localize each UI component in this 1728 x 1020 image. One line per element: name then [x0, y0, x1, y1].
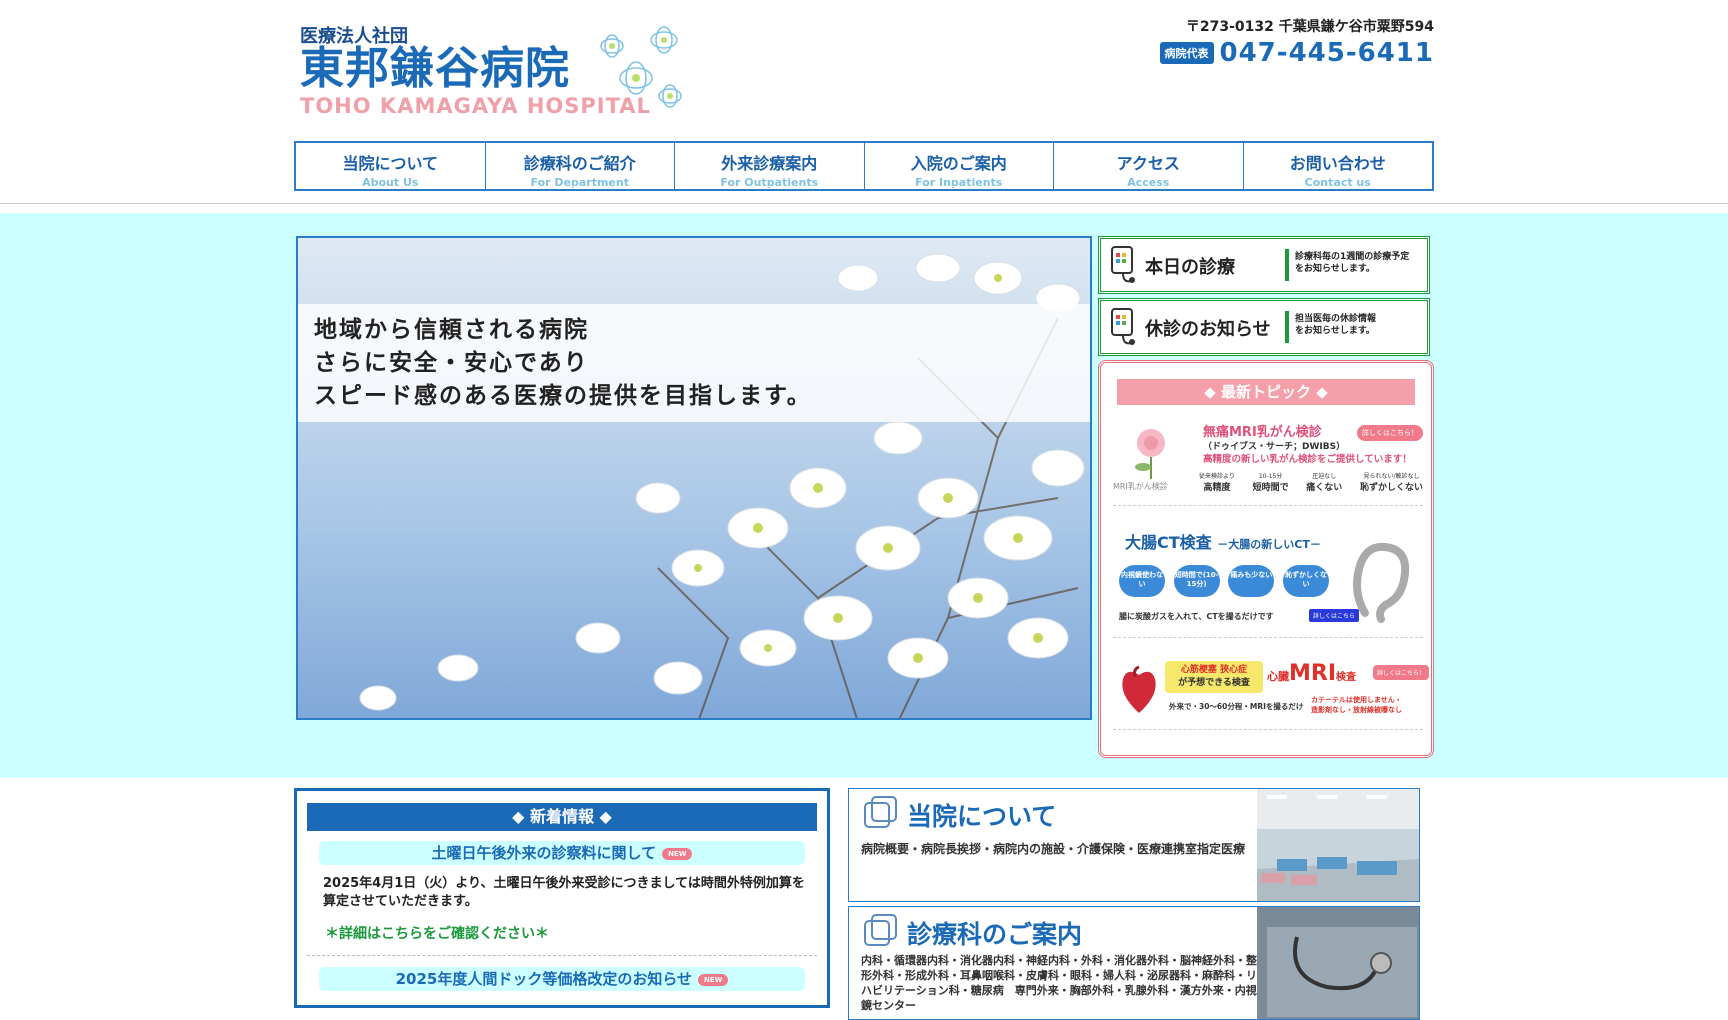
- nav-sublabel: For Inpatients: [915, 176, 1003, 189]
- nav-label: 入院のご案内: [910, 154, 1007, 173]
- topic-breast-mri-banner[interactable]: MRI乳がん検診 無痛MRI乳がん検診 （ドゥイブス・サーチ；DWIBS） 高精…: [1113, 419, 1423, 506]
- nav-about[interactable]: 当院について About Us: [296, 143, 486, 189]
- hero-line: 地域から信頼される病院: [314, 317, 589, 343]
- hero-slideshow[interactable]: 地域から信頼される病院 さらに安全・安心であり スピード感のある医療の提供を目指…: [296, 236, 1092, 720]
- today-schedule-button[interactable]: 本日の診療 診療科毎の1週間の診療予定 をお知らせします。: [1098, 236, 1430, 294]
- nav-sublabel: For Department: [530, 176, 629, 189]
- news-panel: ◆ 新着情報 ◆ 土曜日午後外来の診察料に関して NEW 2025年4月1日（火）…: [294, 788, 830, 1008]
- hero-line: さらに安全・安心であり: [314, 350, 589, 376]
- about-card[interactable]: 当院について 病院概要・病院長挨拶・病院内の施設・介護保険・医療連携室指定医療: [848, 788, 1420, 902]
- news-heading: ◆ 新着情報 ◆: [307, 803, 817, 831]
- topic-heart-mri-banner[interactable]: 心筋梗塞 狭心症 が予想できる検査 心臓MRI検査 詳しくはこちら！ 外来で・30…: [1113, 659, 1430, 730]
- nav-label: 診療科のご紹介: [523, 154, 636, 173]
- topic-bubbles: 内視鏡使わない 短時間で(10-15分) 痛みも少ない 恥ずかしくない: [1119, 565, 1329, 597]
- topic-title: 心筋梗塞 狭心症 が予想できる検査: [1165, 661, 1263, 693]
- nav-inpatients[interactable]: 入院のご案内 For Inpatients: [865, 143, 1054, 189]
- details-badge[interactable]: 詳しくはこちら！: [1373, 665, 1430, 680]
- nav-label: お問い合わせ: [1289, 154, 1386, 173]
- hero-line: スピード感のある医療の提供を目指します。: [314, 383, 812, 409]
- hospital-address: 〒273-0132 千葉県鎌ケ谷市粟野594: [1185, 19, 1434, 35]
- topic-title: 大腸CT検査 －大腸の新しいCT－: [1125, 533, 1321, 552]
- nav-sublabel: Contact us: [1304, 176, 1371, 189]
- divider-bar: [1285, 311, 1289, 343]
- topic-line: 腸に炭酸ガスを入れて、CTを撮るだけです: [1119, 612, 1274, 621]
- phone-number[interactable]: 047-445-6411: [1220, 38, 1435, 68]
- closure-notice-title: 休診のお知らせ: [1145, 319, 1271, 340]
- today-schedule-desc: 診療科毎の1週間の診療予定 をお知らせします。: [1295, 252, 1410, 274]
- nav-label: アクセス: [1116, 154, 1180, 173]
- topic-note: カテーテルは使用しません・ 造影剤なし・放射線被曝なし: [1311, 696, 1402, 714]
- news-details-link[interactable]: ＊詳細はこちらをご確認ください＊: [325, 923, 549, 943]
- lobby-photo: [1257, 789, 1419, 901]
- phone-tag: 病院代表: [1159, 42, 1214, 64]
- card-title: 当院について: [907, 802, 1057, 831]
- topics-heading: ◆ 最新トピック ◆: [1117, 379, 1415, 405]
- nav-label: 外来診療案内: [721, 154, 818, 173]
- nav-sublabel: For Outpatients: [720, 176, 819, 189]
- closure-notice-desc: 担当医毎の休診情報 をお知らせします。: [1295, 314, 1377, 336]
- nav-sublabel: About Us: [362, 176, 419, 189]
- topic-title: 無痛MRI乳がん検診: [1203, 425, 1322, 440]
- topic-line: 外来で・30〜60分程・MRIを撮るだけ: [1169, 702, 1304, 711]
- card-desc: 病院概要・病院長挨拶・病院内の施設・介護保険・医療連携室指定医療: [861, 842, 1246, 856]
- stethoscope-calendar-icon: [1111, 308, 1135, 345]
- nav-department[interactable]: 診療科のご紹介 For Department: [486, 143, 675, 189]
- hospital-logo[interactable]: 医療法人社団 東邦鎌谷病院 TOHO KAMAGAYA HOSPITAL: [300, 22, 700, 122]
- topic-line: 高精度の新しい乳がん検診をご提供しています！: [1203, 454, 1412, 465]
- topic-caption: MRI乳がん検診: [1113, 482, 1168, 491]
- details-badge[interactable]: 詳しくはこちら！: [1357, 425, 1423, 441]
- hero-message-banner: 地域から信頼される病院 さらに安全・安心であり スピード感のある医療の提供を目指…: [298, 304, 1090, 422]
- heart-icon: [1122, 665, 1156, 713]
- flower-logo-icon: [600, 26, 682, 108]
- new-badge: NEW: [698, 973, 729, 986]
- header-divider: [0, 203, 1728, 204]
- logo-name: 東邦鎌谷病院: [300, 43, 570, 94]
- latest-topics-panel: ◆ 最新トピック ◆ MRI乳がん検診 無痛MRI乳がん検診 （ドゥイブス・サー…: [1098, 360, 1434, 758]
- today-schedule-title: 本日の診療: [1145, 257, 1235, 278]
- news-divider: [307, 955, 817, 956]
- topic-colon-ct-banner[interactable]: 大腸CT検査 －大腸の新しいCT－ 内視鏡使わない 短時間で(10-15分) 痛…: [1113, 529, 1423, 638]
- stethoscope-calendar-icon: [1111, 246, 1135, 283]
- global-nav: 当院について About Us 診療科のご紹介 For Department 外来診…: [294, 141, 1434, 191]
- rose-icon: [1135, 429, 1165, 479]
- heart-mri-main: 心臓MRI検査: [1267, 661, 1357, 686]
- phone-block[interactable]: 病院代表 047-445-6411: [1159, 38, 1435, 68]
- nav-label: 当院について: [342, 154, 439, 173]
- topic-points: 従来検診より 高精度 10-15分 短時間で 圧迫なし 痛くない 見られない/触診なし…: [1199, 473, 1423, 493]
- colon-icon: [1353, 542, 1410, 623]
- news-item-title[interactable]: 2025年度人間ドック等価格改定のお知らせ NEW: [319, 967, 805, 991]
- nav-sublabel: Access: [1127, 176, 1170, 189]
- closure-notice-button[interactable]: 休診のお知らせ 担当医毎の休診情報 をお知らせします。: [1098, 298, 1430, 356]
- new-badge: NEW: [662, 847, 693, 860]
- card-desc: 内科・循環器内科・消化器内科・神経内科・外科・消化器外科・脳神経外科・整形外科・…: [861, 954, 1257, 1012]
- squares-icon: [864, 796, 897, 828]
- card-title: 診療科のご案内: [907, 920, 1083, 949]
- news-item-body: 2025年4月1日（火）より、土曜日午後外来受診につきましては時間外特例加算を算…: [323, 876, 805, 909]
- news-item-title[interactable]: 土曜日午後外来の診察料に関して NEW: [319, 841, 805, 865]
- stethoscope-photo: [1257, 907, 1419, 1019]
- page: 医療法人社団 東邦鎌谷病院 TOHO KAMAGAYA HOSPITAL 〒27…: [0, 0, 1728, 1020]
- nav-outpatients[interactable]: 外来診療案内 For Outpatients: [675, 143, 865, 189]
- nav-contact[interactable]: お問い合わせ Contact us: [1244, 143, 1433, 189]
- departments-card[interactable]: 診療科のご案内 内科・循環器内科・消化器内科・神経内科・外科・消化器外科・脳神経…: [848, 906, 1420, 1020]
- nav-access[interactable]: アクセス Access: [1054, 143, 1244, 189]
- squares-icon: [864, 914, 897, 946]
- divider-bar: [1285, 249, 1289, 281]
